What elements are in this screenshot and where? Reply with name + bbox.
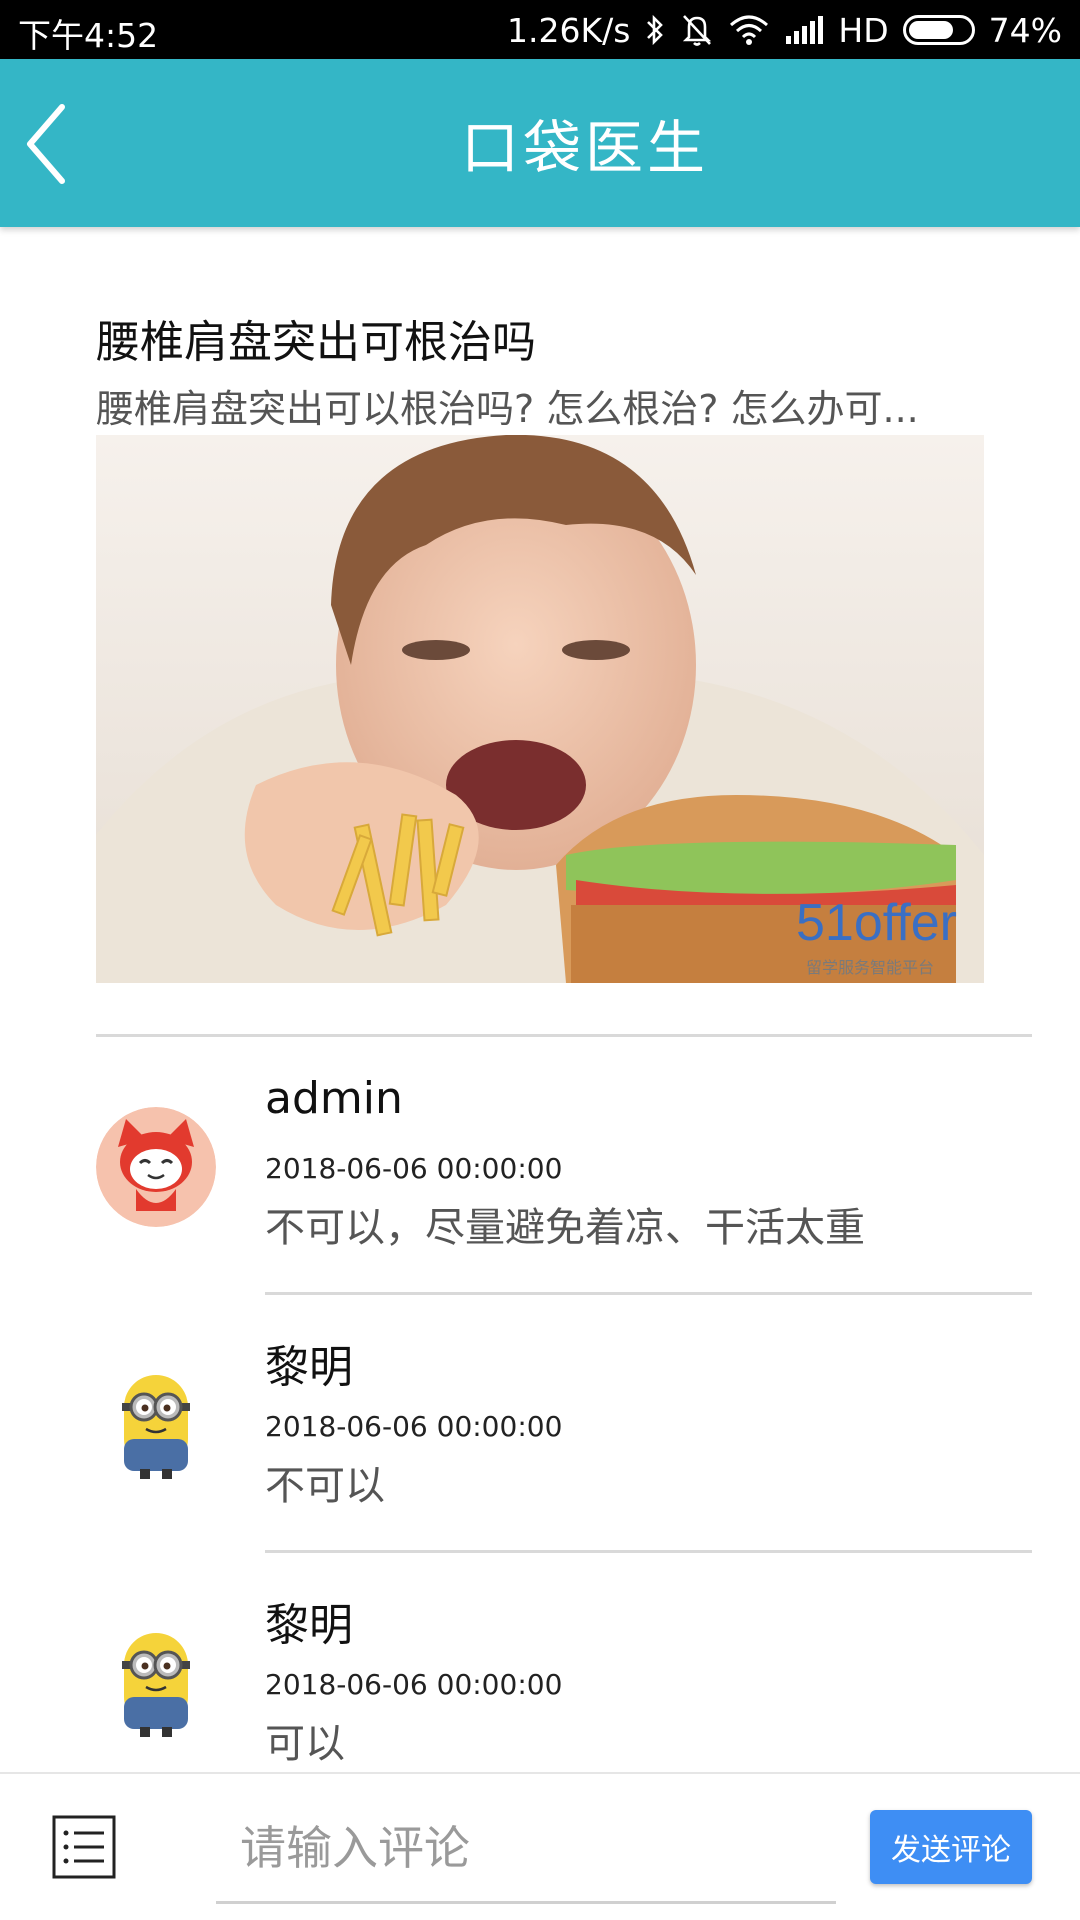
app-header: 口袋医生	[0, 59, 1080, 227]
net-speed: 1.26K/s	[506, 10, 631, 50]
bluetooth-icon	[644, 10, 666, 50]
watermark-51offer: 51offer	[796, 894, 957, 952]
menu-button[interactable]	[52, 1815, 116, 1879]
battery-percent: 74%	[988, 10, 1062, 50]
send-comment-button[interactable]: 发送评论	[870, 1810, 1032, 1884]
comment-time: 2018-06-06 00:00:00	[265, 1668, 563, 1701]
comment-bar: 发送评论	[0, 1772, 1080, 1920]
list-icon	[52, 1815, 116, 1879]
status-time: 下午4:52	[18, 16, 159, 55]
battery-level	[908, 21, 954, 39]
status-bar: 下午4:52 1.26K/s HD 74%	[0, 0, 1080, 59]
page-title: 口袋医生	[460, 114, 709, 182]
minion-avatar	[96, 1623, 216, 1743]
comment-author: admin	[265, 1073, 403, 1124]
battery-icon	[902, 15, 975, 45]
comment-author: 黎明	[265, 1600, 353, 1651]
red-fox-cartoon-avatar	[96, 1107, 216, 1227]
avatar[interactable]	[96, 1365, 216, 1485]
comment-text: 不可以	[265, 1463, 385, 1509]
signal-icon	[784, 10, 824, 50]
comment-text: 可以	[265, 1721, 345, 1767]
comment-item: 黎明 2018-06-06 00:00:00 不可以	[0, 1295, 1080, 1553]
comment-author: 黎明	[265, 1342, 353, 1393]
comment-item: admin 2018-06-06 00:00:00 不可以，尽量避免着凉、干活太…	[0, 1037, 1080, 1295]
minion-avatar	[96, 1365, 216, 1485]
comment-time: 2018-06-06 00:00:00	[265, 1152, 563, 1185]
watermark-subtitle: 留学服务智能平台	[806, 958, 934, 977]
article-summary: 腰椎肩盘突出可以根治吗? 怎么根治? 怎么办可...	[96, 387, 919, 431]
article-image[interactable]: 51offer 留学服务智能平台	[96, 435, 984, 983]
avatar[interactable]	[96, 1623, 216, 1743]
back-button[interactable]	[24, 99, 114, 189]
comment-input[interactable]	[216, 1794, 836, 1904]
comment-time: 2018-06-06 00:00:00	[265, 1410, 563, 1443]
status-indicators: 1.26K/s HD 74%	[507, 8, 1062, 52]
article-title: 腰椎肩盘突出可根治吗	[96, 317, 536, 368]
network-label: HD	[838, 10, 889, 50]
avatar[interactable]	[96, 1107, 216, 1227]
comment-text: 不可以，尽量避免着凉、干活太重	[265, 1205, 865, 1251]
chevron-left-icon	[27, 104, 65, 184]
mute-bell-icon	[680, 10, 714, 50]
screen: 下午4:52 1.26K/s HD 74% 口袋医生 腰椎肩盘突出可根治吗 腰椎…	[0, 0, 1080, 1920]
wifi-icon	[728, 10, 770, 50]
